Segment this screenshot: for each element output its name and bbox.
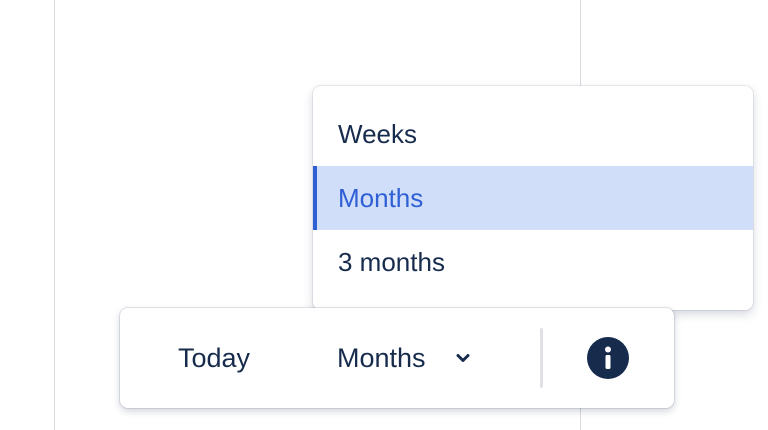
menu-item-weeks[interactable]: Weeks [313,102,753,166]
view-select-label: Months [337,342,426,373]
menu-item-3-months[interactable]: 3 months [313,230,753,294]
view-dropdown-menu: Weeks Months 3 months [313,86,753,310]
timeline-canvas: Weeks Months 3 months Today Months [0,0,768,430]
chevron-down-icon [454,349,472,367]
info-icon [605,346,611,369]
timeline-toolbar: Today Months [120,308,674,408]
menu-item-months[interactable]: Months [313,166,753,230]
timeline-gridline [54,0,55,430]
info-button[interactable] [587,337,629,379]
menu-item-label: Weeks [338,118,417,149]
today-button[interactable]: Today [178,336,250,380]
toolbar-divider [540,328,543,388]
menu-item-label: 3 months [338,246,445,277]
view-select-button[interactable]: Months [337,336,472,380]
menu-item-label: Months [338,182,424,213]
